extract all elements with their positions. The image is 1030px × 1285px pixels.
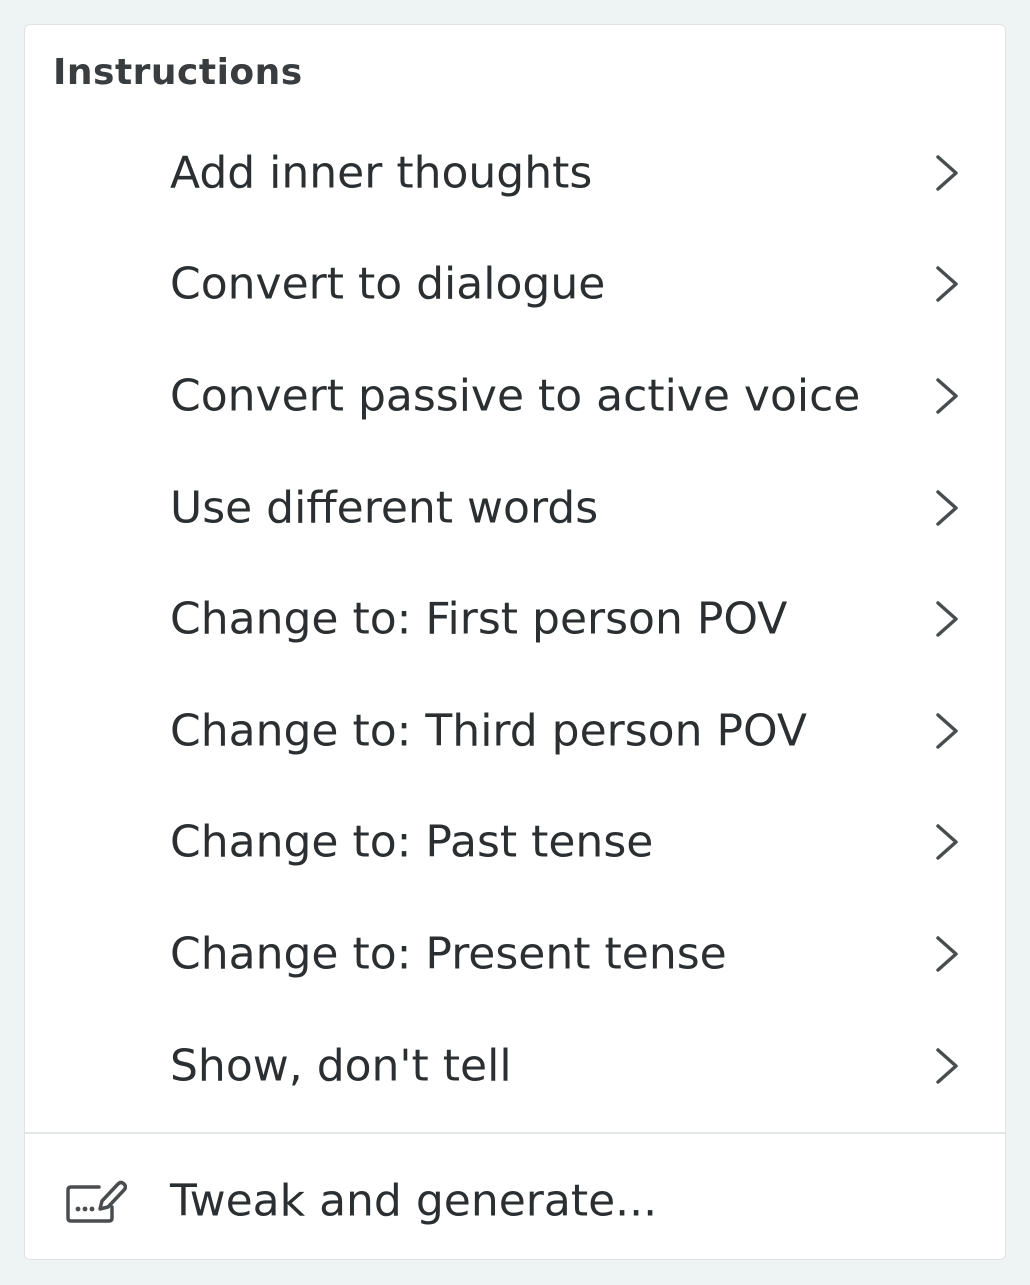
menu-item-convert-passive-to-active[interactable]: Convert passive to active voice (25, 340, 1005, 452)
menu-item-past-tense[interactable]: Change to: Past tense (25, 787, 1005, 899)
chevron-right-icon (930, 151, 964, 195)
menu-item-use-different-words[interactable]: Use different words (25, 452, 1005, 564)
tweak-and-generate-label: Tweak and generate... (170, 1175, 658, 1227)
chevron-right-icon (930, 597, 964, 641)
instructions-menu: Instructions Add inner thoughts Convert … (24, 24, 1006, 1260)
menu-item-label: Add inner thoughts (170, 147, 593, 199)
section-title: Instructions (53, 52, 303, 93)
menu-divider (25, 1132, 1005, 1134)
tweak-and-generate-button[interactable]: Tweak and generate... (25, 1145, 1005, 1257)
menu-item-add-inner-thoughts[interactable]: Add inner thoughts (25, 117, 1005, 229)
menu-item-label: Change to: First person POV (170, 593, 788, 645)
menu-item-label: Convert passive to active voice (170, 370, 861, 422)
chevron-right-icon (930, 262, 964, 306)
menu-item-label: Use different words (170, 482, 599, 534)
menu-item-show-dont-tell[interactable]: Show, don't tell (25, 1010, 1005, 1122)
instruction-list: Add inner thoughts Convert to dialogue C… (25, 117, 1005, 1121)
edit-prompt-icon (65, 1177, 127, 1225)
menu-item-third-person-pov[interactable]: Change to: Third person POV (25, 675, 1005, 787)
chevron-right-icon (930, 374, 964, 418)
chevron-right-icon (930, 932, 964, 976)
menu-item-label: Change to: Past tense (170, 816, 654, 868)
menu-item-label: Show, don't tell (170, 1040, 512, 1092)
menu-item-convert-to-dialogue[interactable]: Convert to dialogue (25, 229, 1005, 341)
chevron-right-icon (930, 820, 964, 864)
menu-item-label: Change to: Present tense (170, 928, 727, 980)
chevron-right-icon (930, 1044, 964, 1088)
chevron-right-icon (930, 709, 964, 753)
menu-item-present-tense[interactable]: Change to: Present tense (25, 898, 1005, 1010)
menu-item-first-person-pov[interactable]: Change to: First person POV (25, 563, 1005, 675)
chevron-right-icon (930, 486, 964, 530)
menu-item-label: Convert to dialogue (170, 258, 606, 310)
menu-item-label: Change to: Third person POV (170, 705, 807, 757)
